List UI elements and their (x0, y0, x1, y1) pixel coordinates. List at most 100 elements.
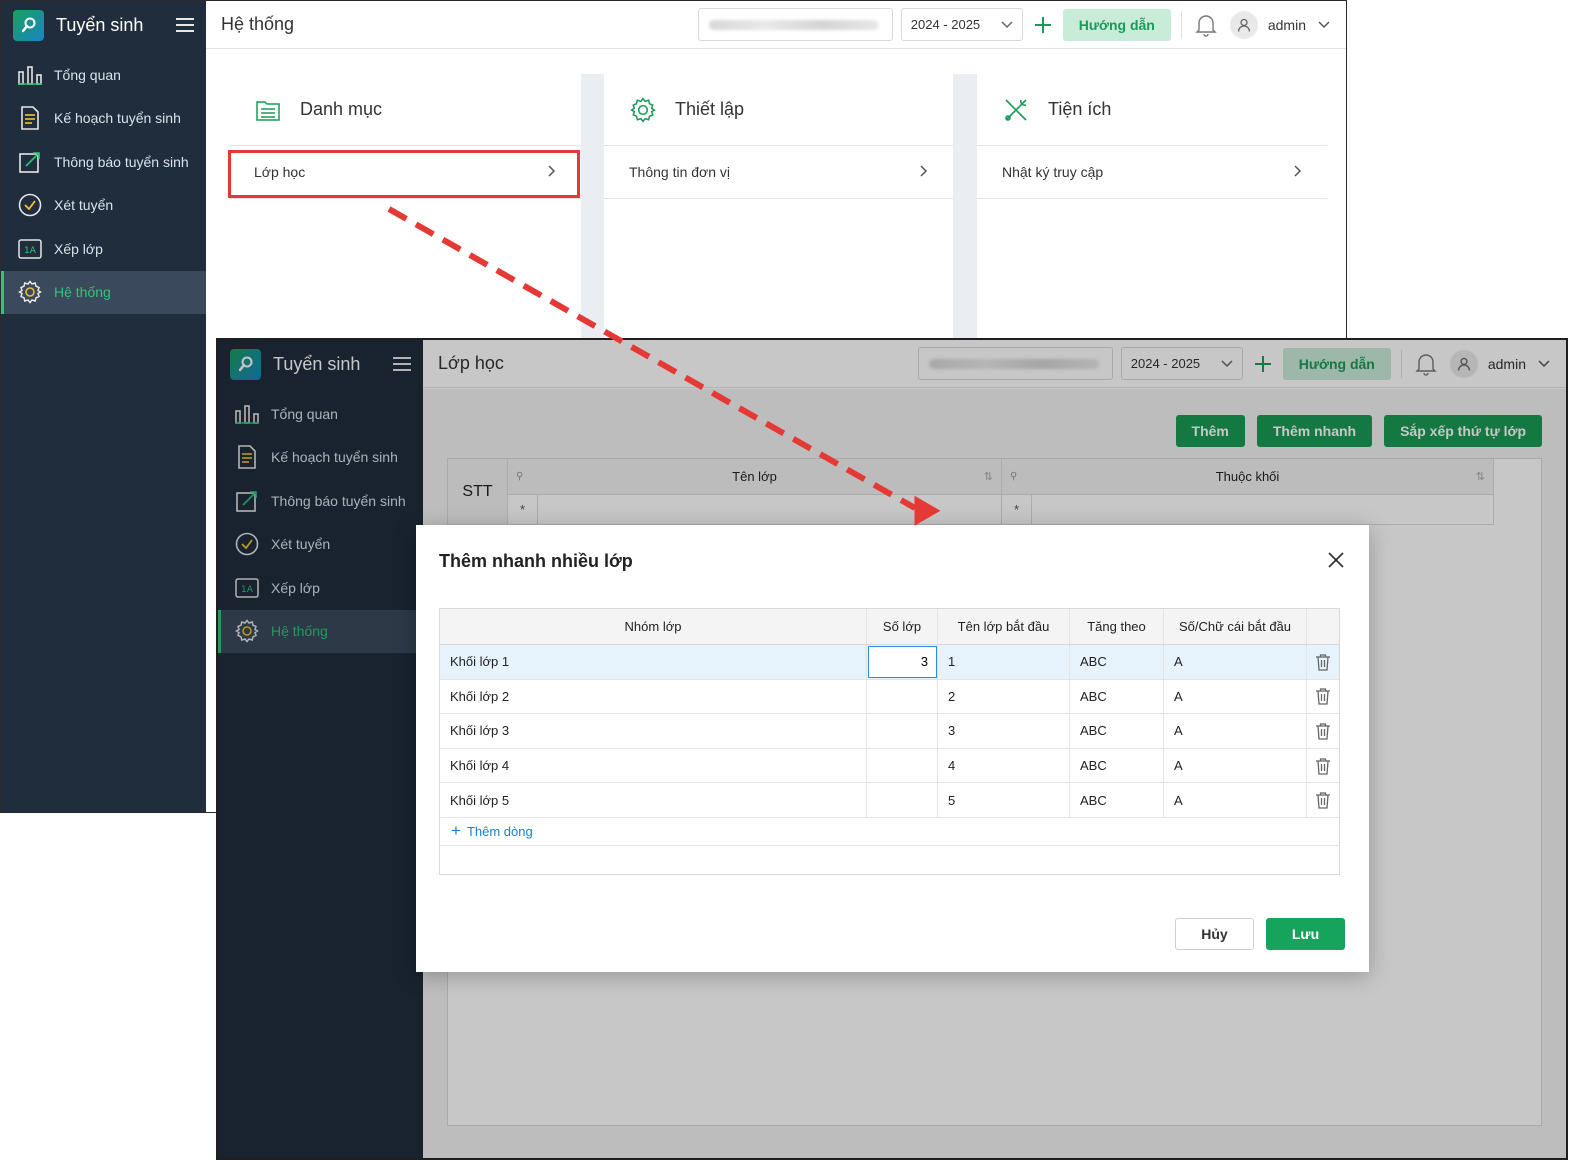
user-name: admin (1267, 16, 1306, 33)
sidebar-item-system[interactable]: Hệ thống (1, 270, 206, 314)
trash-icon[interactable] (1307, 680, 1339, 714)
table-body: Khối lớp 11ABCAKhối lớp 22ABCAKhối lớp 3… (440, 645, 1339, 818)
sidebar-item-overview[interactable]: Tổng quan (1, 53, 206, 97)
bar-chart-icon (17, 62, 43, 88)
count-cell[interactable] (867, 748, 938, 783)
count-cell[interactable] (867, 679, 938, 714)
avatar[interactable] (1229, 10, 1258, 39)
column-header-count: Số lớp (867, 609, 938, 644)
trash-icon[interactable] (1307, 783, 1339, 817)
start-name-cell[interactable]: 5 (938, 783, 1070, 817)
announcement-icon (17, 149, 43, 175)
column-header-group: Nhóm lớp (440, 609, 867, 644)
table-row[interactable]: Khối lớp 2 2 ABC A (440, 679, 1339, 715)
increment-cell[interactable]: ABC (1070, 679, 1164, 714)
add-year-button[interactable] (1029, 8, 1057, 41)
school-year-value: 2024 - 2025 (910, 17, 981, 32)
check-circle-icon (17, 192, 43, 218)
chevron-right-icon (1294, 164, 1302, 180)
menu-item-label: Nhật ký truy cập (1002, 164, 1104, 180)
sidebar-item-class-assignment[interactable]: 1A Xếp lớp (1, 227, 206, 271)
add-row-button[interactable]: + Thêm dòng (440, 818, 1339, 846)
start-name-cell[interactable]: 4 (938, 748, 1070, 783)
bell-icon[interactable] (1192, 11, 1220, 39)
school-selector[interactable] (697, 8, 893, 41)
sidebar-item-announcement[interactable]: Thông báo tuyển sinh (1, 140, 206, 184)
blurred-school-name (708, 19, 879, 30)
increment-cell[interactable]: ABC (1070, 783, 1164, 817)
close-icon[interactable] (1327, 551, 1345, 569)
increment-cell[interactable]: ABC (1070, 714, 1164, 748)
start-letter-cell[interactable]: A (1164, 714, 1307, 748)
count-cell[interactable] (867, 645, 938, 679)
add-row-label: Thêm dòng (466, 823, 533, 839)
category-heading: Danh mục (229, 74, 581, 146)
utilities-heading-label: Tiện ích (1048, 99, 1112, 119)
start-letter-cell[interactable]: A (1164, 645, 1307, 679)
table-row[interactable]: Khối lớp 4 4 ABC A (440, 748, 1339, 784)
quick-add-dialog: Thêm nhanh nhiều lớp Nhóm lớp Số lớp Tên… (416, 525, 1369, 972)
column-header-actions (1307, 609, 1339, 644)
start-letter-cell[interactable]: A (1164, 748, 1307, 783)
start-name-cell[interactable]: 1 (938, 645, 1070, 679)
class-1a-label: 1A (24, 246, 37, 256)
group-cell: Khối lớp 1 (440, 645, 867, 679)
chevron-right-icon (920, 164, 928, 180)
app-logo-icon (13, 9, 44, 41)
class-1a-icon: 1A (17, 236, 43, 262)
trash-icon[interactable] (1307, 749, 1339, 783)
sidebar-nav: Tổng quan Kế hoạch tuyển sinh Thông báo … (1, 53, 206, 314)
menu-toggle-icon[interactable] (176, 18, 194, 32)
count-input[interactable] (868, 645, 937, 678)
increment-cell[interactable]: ABC (1070, 748, 1164, 783)
sidebar-item-label: Thông báo tuyển sinh (54, 153, 189, 170)
save-button[interactable]: Lưu (1266, 918, 1345, 950)
highlight-box (228, 150, 580, 198)
divider (1180, 10, 1182, 39)
start-name-cell[interactable]: 2 (938, 679, 1070, 714)
sidebar-item-admission[interactable]: Xét tuyển (1, 184, 206, 228)
trash-icon[interactable] (1307, 645, 1339, 679)
guide-button[interactable]: Hướng dẫn (1062, 8, 1171, 41)
utilities-heading: Tiện ích (977, 74, 1327, 146)
table-row[interactable]: Khối lớp 1 1ABCA (440, 645, 1339, 680)
app-logo-row: Tuyển sinh (1, 1, 206, 49)
sidebar-item-label: Tổng quan (54, 66, 121, 83)
sidebar-item-label: Xét tuyển (54, 197, 114, 214)
menu-item-access-log[interactable]: Nhật ký truy cập (977, 146, 1327, 199)
increment-cell[interactable]: ABC (1070, 645, 1164, 679)
cancel-button[interactable]: Hủy (1175, 918, 1254, 950)
chevron-down-icon[interactable] (1318, 20, 1330, 29)
settings-heading-label: Thiết lập (675, 99, 745, 119)
group-cell: Khối lớp 4 (440, 748, 867, 783)
category-heading-label: Danh mục (300, 99, 383, 119)
start-letter-cell[interactable]: A (1164, 783, 1307, 817)
menu-item-label: Thông tin đơn vị (629, 164, 731, 180)
group-cell: Khối lớp 5 (440, 783, 867, 817)
start-letter-cell[interactable]: A (1164, 679, 1307, 714)
topbar: Hệ thống 2024 - 2025 Hướng dẫn admin (206, 1, 1346, 49)
sidebar-item-label: Kế hoạch tuyển sinh (54, 110, 181, 127)
school-year-select[interactable]: 2024 - 2025 (900, 8, 1023, 41)
column-header-start-name: Tên lớp bắt đầu (938, 609, 1070, 644)
start-name-cell[interactable]: 3 (938, 714, 1070, 748)
column-header-increment: Tăng theo (1070, 609, 1164, 644)
document-icon (17, 105, 43, 131)
quick-add-table: Nhóm lớp Số lớp Tên lớp bắt đầu Tăng the… (439, 608, 1340, 875)
table-row[interactable]: Khối lớp 3 3 ABC A (440, 714, 1339, 749)
list-icon (254, 96, 282, 124)
table-row[interactable]: Khối lớp 5 5 ABC A (440, 783, 1339, 818)
menu-item-unit-info[interactable]: Thông tin đơn vị (604, 146, 953, 199)
column-header-start-letter: Số/Chữ cái bắt đầu (1164, 609, 1307, 644)
plus-icon (1034, 16, 1051, 33)
group-cell: Khối lớp 2 (440, 679, 867, 714)
sidebar-item-plan[interactable]: Kế hoạch tuyển sinh (1, 97, 206, 141)
dialog-title: Thêm nhanh nhiều lớp (439, 551, 633, 571)
gear-icon (629, 96, 657, 124)
tools-icon (1002, 96, 1030, 124)
trash-icon[interactable] (1307, 714, 1339, 748)
table-header-row: Nhóm lớp Số lớp Tên lớp bắt đầu Tăng the… (440, 609, 1339, 645)
gear-icon (17, 279, 43, 305)
count-cell[interactable] (867, 714, 938, 748)
count-cell[interactable] (867, 783, 938, 817)
